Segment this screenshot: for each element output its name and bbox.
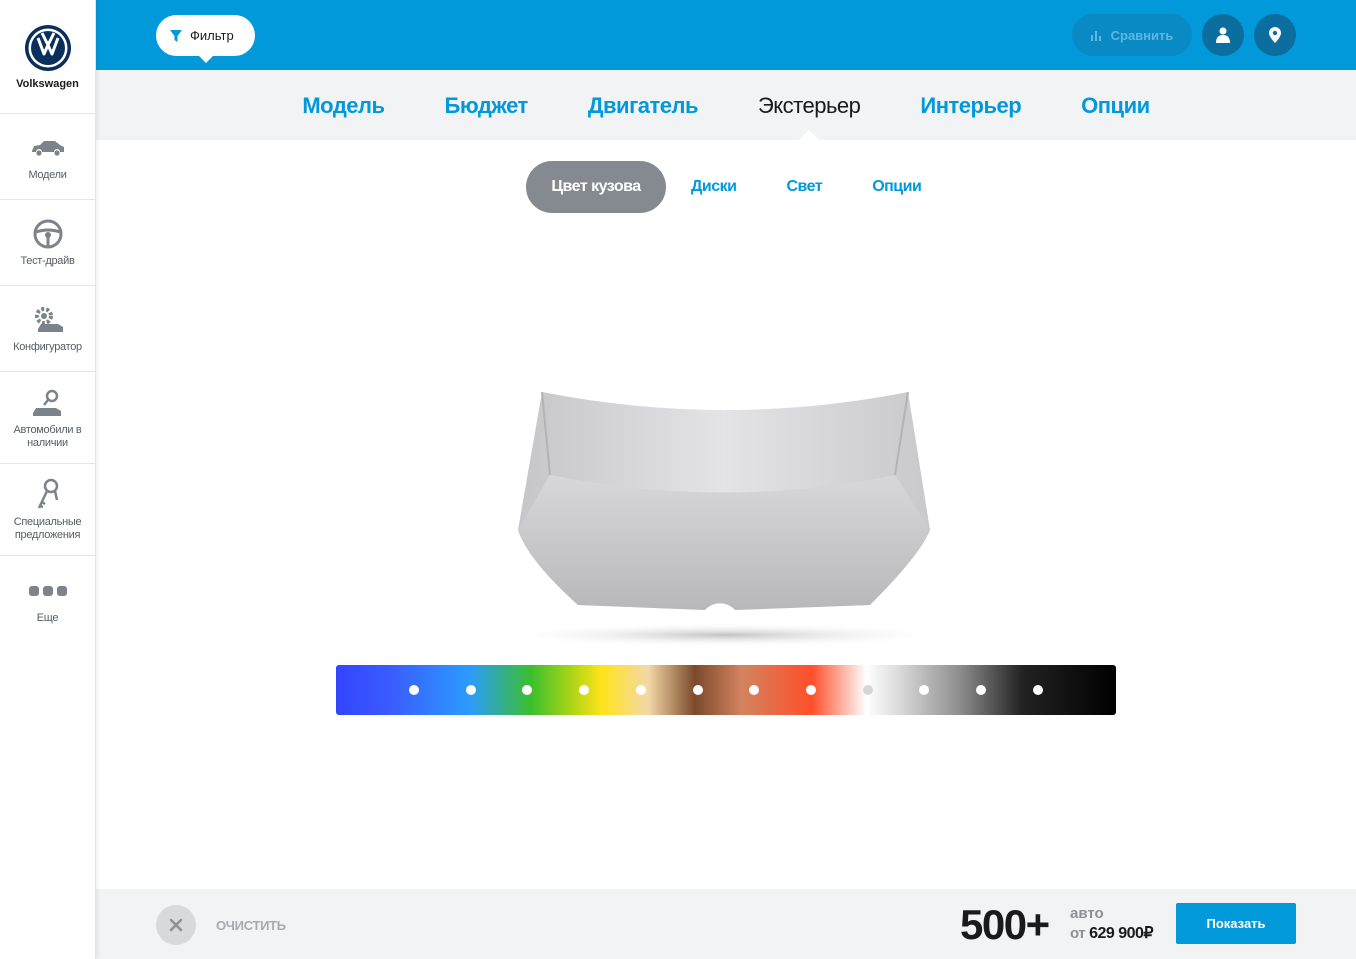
color-swatch-beige[interactable]: [636, 685, 646, 695]
color-swatch-silver[interactable]: [919, 685, 929, 695]
subtab-wheels[interactable]: Диски: [666, 161, 761, 213]
color-palette-bar: [336, 665, 1116, 715]
sidebar-item-models[interactable]: Модели: [0, 114, 95, 200]
subtab-body-color[interactable]: Цвет кузова: [526, 161, 666, 213]
configurator-gear-car-icon: [28, 303, 68, 337]
color-swatch-light-blue[interactable]: [466, 685, 476, 695]
sidebar-item-label: Модели: [28, 169, 67, 181]
sidebar-item-label: Тест-драйв: [20, 255, 75, 267]
more-dots-icon: [28, 574, 68, 608]
location-button[interactable]: [1254, 14, 1296, 56]
show-results-button[interactable]: Показать: [1176, 903, 1296, 944]
filter-button[interactable]: Фильтр: [156, 15, 255, 63]
price-value: 629 900₽: [1089, 925, 1154, 942]
bottom-bar: ОЧИСТИТЬ 500+ авто от 629 900₽ Показать: [96, 889, 1356, 959]
results-count: 500+: [960, 901, 1050, 948]
tab-interior[interactable]: Интерьер: [890, 70, 1051, 140]
main-tabs: Модель Бюджет Двигатель Экстерьер Интерь…: [96, 70, 1356, 140]
sidebar-item-label: Еще: [36, 611, 59, 624]
user-button[interactable]: [1202, 14, 1244, 56]
user-icon: [1216, 27, 1230, 43]
sidebar-item-label: Конфигуратор: [13, 341, 82, 353]
color-swatch-white[interactable]: [863, 685, 873, 695]
tab-options[interactable]: Опции: [1051, 70, 1179, 140]
brand-block[interactable]: Volkswagen: [0, 0, 95, 114]
sub-tabs: Цвет кузова Диски Свет Опции: [526, 161, 946, 213]
color-swatch-orange[interactable]: [749, 685, 759, 695]
subtab-lights[interactable]: Свет: [761, 161, 847, 213]
vw-logo-icon: [24, 25, 71, 71]
bar-chart-icon: [1090, 31, 1101, 41]
car-search-icon: [28, 386, 68, 420]
clear-label[interactable]: ОЧИСТИТЬ: [216, 918, 286, 933]
brand-name: Volkswagen: [16, 78, 79, 90]
compare-button[interactable]: Сравнить: [1072, 14, 1192, 56]
color-swatch-brown[interactable]: [693, 685, 703, 695]
price-from: от 629 900₽: [1070, 923, 1154, 943]
close-icon: [169, 918, 183, 932]
subtab-options[interactable]: Опции: [847, 161, 946, 213]
car-hood-image: [500, 391, 950, 647]
sidebar-item-in-stock[interactable]: Автомобили в наличии: [0, 372, 95, 464]
filter-label: Фильтр: [190, 28, 234, 43]
top-bar: Фильтр Сравнить: [96, 0, 1356, 70]
sidebar-item-special-offers[interactable]: Специальные предложения: [0, 464, 95, 556]
filter-icon: [170, 29, 182, 42]
sidebar-item-label: Автомобили в наличии: [13, 423, 82, 449]
color-swatch-black[interactable]: [1033, 685, 1043, 695]
car-icon: [28, 131, 68, 165]
color-swatch-red[interactable]: [806, 685, 816, 695]
keys-icon: [28, 478, 68, 512]
tab-model[interactable]: Модель: [272, 70, 414, 140]
color-swatch-blue[interactable]: [409, 685, 419, 695]
steering-wheel-icon: [28, 217, 68, 251]
sidebar-item-label: Специальные предложения: [13, 515, 82, 541]
color-swatch-green[interactable]: [522, 685, 532, 695]
tab-engine[interactable]: Двигатель: [558, 70, 728, 140]
price-prefix: от: [1070, 925, 1086, 942]
clear-button[interactable]: [156, 905, 196, 945]
results-count-unit: авто: [1070, 905, 1104, 922]
tab-exterior[interactable]: Экстерьер: [728, 70, 890, 140]
sidebar-item-test-drive[interactable]: Тест-драйв: [0, 200, 95, 286]
tab-budget[interactable]: Бюджет: [415, 70, 558, 140]
sidebar-item-more[interactable]: Еще: [0, 556, 95, 642]
map-pin-icon: [1269, 27, 1281, 43]
color-swatch-yellow[interactable]: [579, 685, 589, 695]
sidebar-item-configurator[interactable]: Конфигуратор: [0, 286, 95, 372]
sidebar: Volkswagen Модели Тест-драйв Конфигурато…: [0, 0, 96, 959]
color-swatch-gray[interactable]: [976, 685, 986, 695]
compare-label: Сравнить: [1110, 27, 1174, 43]
